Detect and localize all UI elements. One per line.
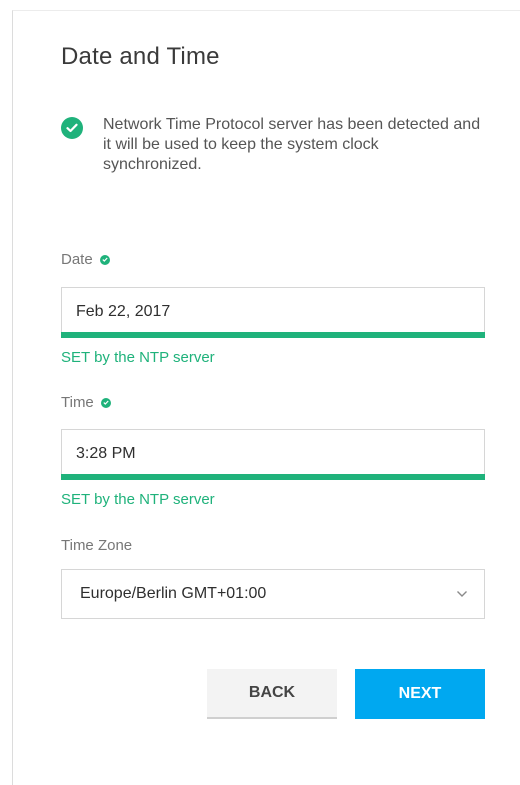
date-ok-icon [99, 254, 110, 265]
time-label: Time [61, 394, 111, 411]
date-time-panel: Date and Time Network Time Protocol serv… [12, 10, 520, 785]
date-label: Date [61, 251, 110, 268]
timezone-label-text: Time Zone [61, 537, 133, 554]
time-valid-underline [61, 474, 485, 480]
next-button[interactable]: NEXT [355, 669, 485, 719]
date-field[interactable] [61, 287, 485, 335]
date-label-text: Date [61, 251, 93, 268]
notice-text: Network Time Protocol server has been de… [103, 116, 481, 173]
time-status: SET by the NTP server [61, 491, 215, 508]
chevron-down-icon [456, 585, 468, 603]
date-input[interactable] [62, 288, 484, 335]
ntp-notice: Network Time Protocol server has been de… [61, 115, 481, 175]
timezone-label: Time Zone [61, 537, 132, 554]
date-status: SET by the NTP server [61, 349, 215, 366]
timezone-select[interactable]: Europe/Berlin GMT+01:00 [61, 569, 485, 619]
time-input[interactable] [62, 430, 484, 477]
back-button[interactable]: BACK [207, 669, 337, 719]
time-ok-icon [100, 397, 111, 408]
time-field[interactable] [61, 429, 485, 477]
page-title: Date and Time [61, 43, 220, 70]
date-valid-underline [61, 332, 485, 338]
time-label-text: Time [61, 394, 94, 411]
check-circle-icon [61, 117, 83, 139]
timezone-value: Europe/Berlin GMT+01:00 [80, 585, 267, 602]
